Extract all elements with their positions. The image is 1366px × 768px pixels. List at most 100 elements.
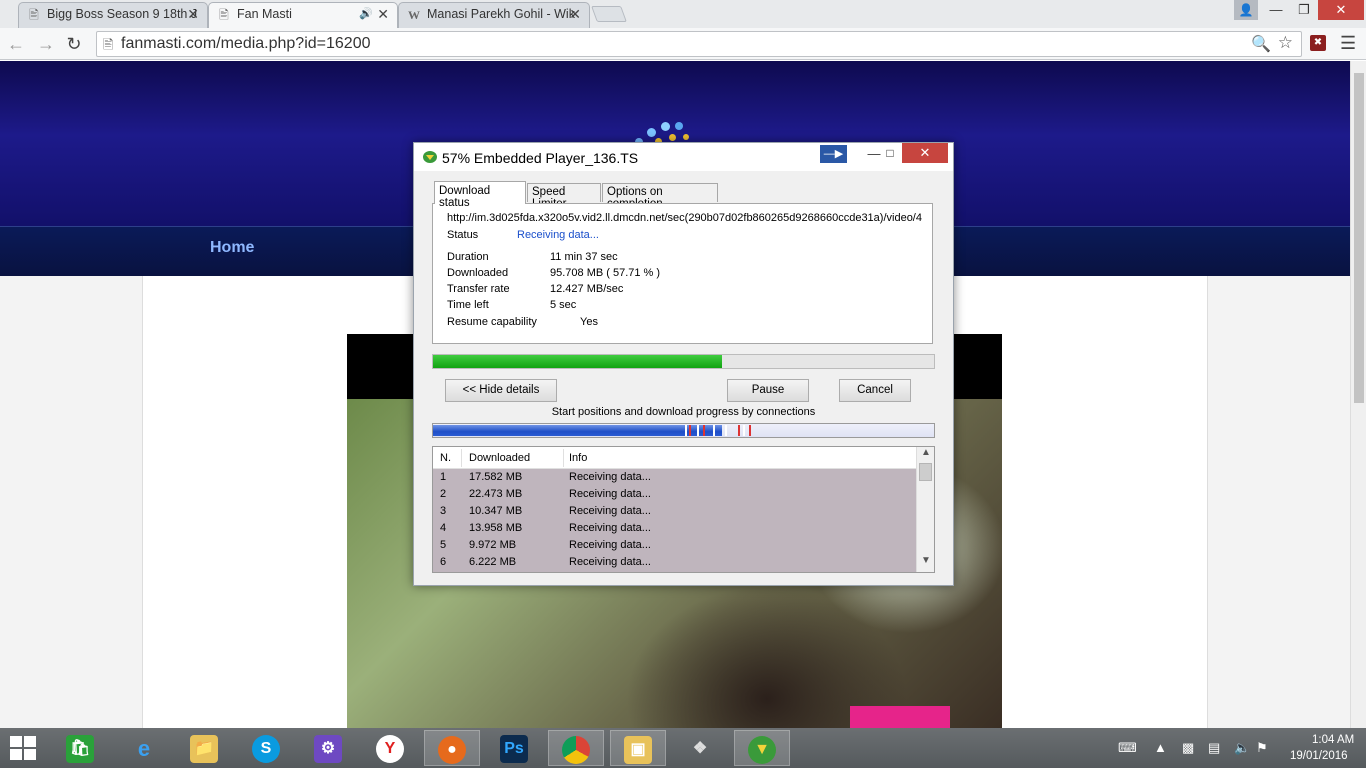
minimize-to-tray-icon[interactable]: —▶ <box>820 145 847 163</box>
settings-icon[interactable]: ⚙ <box>300 730 356 766</box>
connections-table-header: N. Downloaded Info <box>433 447 916 469</box>
scroll-down-icon[interactable]: ▼ <box>921 555 931 566</box>
scrollbar-thumb[interactable] <box>919 463 932 481</box>
table-row[interactable]: 3 10.347 MB Receiving data... <box>433 503 916 520</box>
connection-marker <box>703 425 705 436</box>
minimize-icon[interactable]: — <box>1262 0 1290 20</box>
page-icon: 🖹 <box>103 37 114 52</box>
firefox-icon[interactable]: ● <box>424 730 480 766</box>
tab-fan-masti[interactable]: 🖹 Fan Masti 🔊 ✕ <box>208 2 398 28</box>
connection-marker <box>685 425 687 436</box>
column-header-info[interactable]: Info <box>569 452 587 464</box>
close-window-icon[interactable]: ✕ <box>1318 0 1364 20</box>
clock-time[interactable]: 1:04 AM <box>1312 734 1354 746</box>
status-value: Receiving data... <box>517 229 599 241</box>
clock-date[interactable]: 19/01/2016 <box>1290 750 1348 762</box>
connections-rows: 1 17.582 MB Receiving data... 2 22.473 MB Rec… <box>433 469 916 572</box>
device-icon[interactable]: ▩ <box>1182 740 1194 756</box>
keyboard-icon[interactable]: ⌨ <box>1118 740 1137 756</box>
chrome-icon[interactable] <box>548 730 604 766</box>
connection-number: 1 <box>440 471 447 483</box>
system-tool-icon[interactable]: ❖ <box>672 730 728 766</box>
table-row[interactable]: 2 22.473 MB Receiving data... <box>433 486 916 503</box>
restore-icon[interactable]: ❐ <box>1290 0 1318 20</box>
page-icon: 🖹 <box>219 8 229 22</box>
close-tab-icon[interactable]: ✕ <box>377 6 389 23</box>
connection-marker <box>689 425 691 436</box>
channel-logo <box>850 706 950 728</box>
download-url: http://im.3d025fda.x320o5v.vid2.ll.dmcdn… <box>447 212 922 224</box>
hide-details-button[interactable]: << Hide details <box>445 379 557 402</box>
media-center-icon[interactable]: ▣ <box>610 730 666 766</box>
volume-icon[interactable]: 🔈 <box>1234 740 1250 756</box>
forward-icon[interactable]: → <box>34 32 58 56</box>
download-progress-bar <box>432 354 935 369</box>
connection-downloaded: 17.582 MB <box>469 471 523 483</box>
tab-speed-limiter[interactable]: Speed Limiter <box>527 183 601 210</box>
downloaded-value: 95.708 MB ( 57.71 % ) <box>550 267 661 279</box>
column-header-n[interactable]: N. <box>440 452 451 464</box>
close-icon[interactable]: ✕ <box>902 143 948 163</box>
photoshop-icon[interactable]: Ps <box>486 730 542 766</box>
file-explorer-icon[interactable]: 📁 <box>176 730 232 766</box>
scroll-up-icon[interactable]: ▲ <box>921 447 931 458</box>
yandex-icon[interactable]: Y <box>362 730 418 766</box>
pause-button[interactable]: Pause <box>727 379 809 402</box>
connection-info: Receiving data... <box>569 539 651 551</box>
scrollbar-thumb[interactable] <box>1354 73 1364 403</box>
column-header-downloaded[interactable]: Downloaded <box>469 452 530 464</box>
speaker-icon: 🔊 <box>359 8 373 20</box>
extension-icon[interactable]: ✖ <box>1310 35 1326 51</box>
tab-download-status[interactable]: Download status <box>434 181 526 209</box>
start-button[interactable] <box>10 736 36 760</box>
internet-explorer-icon[interactable]: e <box>116 730 172 766</box>
close-tab-icon[interactable]: ✕ <box>569 6 581 23</box>
resume-capability-value: Yes <box>580 316 598 328</box>
transfer-rate-value: 12.427 MB/sec <box>550 283 624 295</box>
cancel-button[interactable]: Cancel <box>839 379 911 402</box>
network-icon[interactable]: ▤ <box>1208 740 1220 756</box>
page-scrollbar[interactable] <box>1350 61 1366 728</box>
show-hidden-icons-icon[interactable]: ▲ <box>1154 740 1167 755</box>
connection-marker <box>743 425 745 436</box>
address-bar[interactable]: 🖹 fanmasti.com/media.php?id=16200 🔍 ☆ <box>96 31 1302 57</box>
flag-icon[interactable]: ⚑ <box>1256 740 1268 756</box>
reload-icon[interactable]: ↻ <box>62 32 86 56</box>
connection-info: Receiving data... <box>569 471 651 483</box>
table-row[interactable]: 6 6.222 MB Receiving data... <box>433 554 916 571</box>
bookmark-star-icon[interactable]: ☆ <box>1278 33 1293 53</box>
url-text[interactable]: fanmasti.com/media.php?id=16200 <box>121 35 371 53</box>
new-tab-button[interactable] <box>591 6 627 22</box>
connection-downloaded: 9.972 MB <box>469 539 517 551</box>
store-icon[interactable]: 🛍 <box>52 730 108 766</box>
user-icon[interactable]: 👤 <box>1234 0 1258 20</box>
connections-scrollbar[interactable]: ▲ ▼ <box>916 447 934 572</box>
browser-tabstrip: 🖹 Bigg Boss Season 9 18th J ✕ 🖹 Fan Mast… <box>0 0 1366 28</box>
connections-table[interactable]: N. Downloaded Info 1 17.582 MB Receiving d… <box>432 446 935 573</box>
connection-info: Receiving data... <box>569 505 651 517</box>
back-icon[interactable]: ← <box>4 32 28 56</box>
dialog-titlebar[interactable]: 57% Embedded Player_136.TS —▶ — □ ✕ <box>414 143 953 171</box>
connection-marker <box>713 425 715 436</box>
connection-downloaded: 6.222 MB <box>469 556 517 568</box>
maximize-icon[interactable]: □ <box>880 146 900 164</box>
tab-bigg-boss[interactable]: 🖹 Bigg Boss Season 9 18th J ✕ <box>18 2 208 28</box>
duration-value: 11 min 37 sec <box>550 251 618 263</box>
connection-info: Receiving data... <box>569 522 651 534</box>
download-progress-fill <box>433 355 723 368</box>
page-icon: 🖹 <box>29 8 39 22</box>
dialog-title: 57% Embedded Player_136.TS <box>442 150 639 166</box>
close-tab-icon[interactable]: ✕ <box>187 6 199 23</box>
nav-home-link[interactable]: Home <box>210 239 254 257</box>
download-status-panel: http://im.3d025fda.x320o5v.vid2.ll.dmcdn… <box>432 203 933 344</box>
skype-icon[interactable]: S <box>238 730 294 766</box>
table-row[interactable]: 1 17.582 MB Receiving data... <box>433 469 916 486</box>
table-row[interactable]: 5 9.972 MB Receiving data... <box>433 537 916 554</box>
zoom-icon[interactable]: 🔍 <box>1251 34 1271 54</box>
connection-marker <box>697 425 699 436</box>
idm-icon[interactable]: ▼ <box>734 730 790 766</box>
table-row[interactable]: 4 13.958 MB Receiving data... <box>433 520 916 537</box>
menu-icon[interactable]: ☰ <box>1340 33 1356 54</box>
tab-options-on-completion[interactable]: Options on completion <box>602 183 718 210</box>
tab-wikipedia[interactable]: W Manasi Parekh Gohil - Wik ✕ <box>398 2 590 28</box>
